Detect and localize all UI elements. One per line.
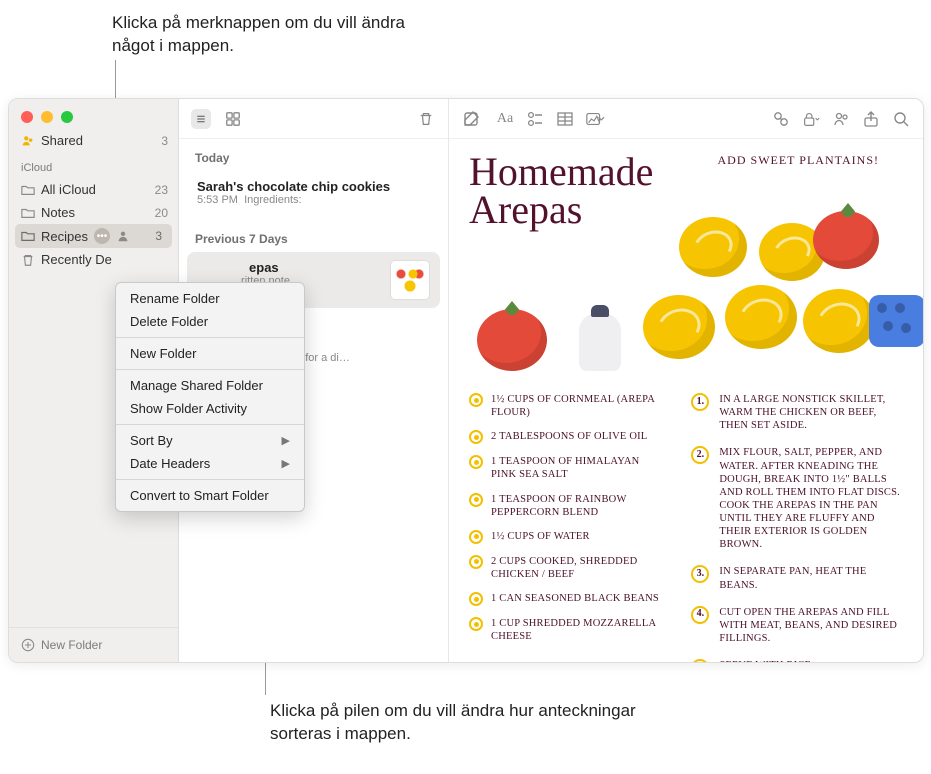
format-button[interactable]: Aa bbox=[495, 109, 515, 129]
table-button[interactable] bbox=[555, 109, 575, 129]
sidebar-item-notes[interactable]: Notes 20 bbox=[9, 201, 178, 224]
media-button[interactable] bbox=[585, 109, 605, 129]
gallery-view-button[interactable] bbox=[223, 109, 243, 129]
menu-manage-shared[interactable]: Manage Shared Folder bbox=[116, 374, 304, 397]
share-button[interactable] bbox=[861, 109, 881, 129]
collaborate-button[interactable] bbox=[831, 109, 851, 129]
menu-separator bbox=[116, 424, 304, 425]
plus-circle-icon bbox=[21, 638, 35, 652]
chevron-right-icon: ▶ bbox=[282, 434, 290, 447]
search-button[interactable] bbox=[891, 109, 911, 129]
list-toolbar bbox=[179, 99, 448, 139]
sidebar-item-all-icloud[interactable]: All iCloud 23 bbox=[9, 178, 178, 201]
sidebar-item-recipes[interactable]: Recipes ••• 3 bbox=[15, 224, 172, 248]
note-editor: Aa bbox=[449, 99, 923, 662]
sidebar-item-label: Recently De bbox=[41, 252, 112, 267]
zoom-window-button[interactable] bbox=[61, 111, 73, 123]
note-annotation: ADD SWEET PLANTAINS! bbox=[718, 153, 879, 168]
menu-separator bbox=[116, 337, 304, 338]
menu-separator bbox=[116, 369, 304, 370]
sidebar-item-shared[interactable]: Shared 3 bbox=[9, 129, 178, 152]
note-content[interactable]: ADD SWEET PLANTAINS! HomemadeArepas 1½ C… bbox=[449, 139, 923, 662]
folder-icon bbox=[21, 183, 35, 197]
note-title: Sarah's chocolate chip cookies bbox=[197, 179, 430, 194]
list-section-prev7: Previous 7 Days bbox=[187, 226, 440, 252]
new-folder-button[interactable]: New Folder bbox=[9, 627, 178, 662]
notes-window: Shared 3 iCloud All iCloud 23 Notes 20 R… bbox=[8, 98, 924, 663]
menu-convert-smart[interactable]: Convert to Smart Folder bbox=[116, 484, 304, 507]
sidebar-item-count: 3 bbox=[155, 229, 162, 243]
list-section-today: Today bbox=[187, 145, 440, 171]
sidebar-item-label: Notes bbox=[41, 205, 75, 220]
shared-folder-icon bbox=[116, 229, 130, 243]
sidebar-item-count: 20 bbox=[155, 206, 168, 220]
sidebar-section-icloud: iCloud bbox=[9, 152, 178, 178]
note-meta: 5:53 PM Ingredients: bbox=[197, 194, 430, 206]
folder-icon bbox=[21, 229, 35, 243]
note-item[interactable]: Sarah's chocolate chip cookies 5:53 PM I… bbox=[187, 171, 440, 214]
menu-show-activity[interactable]: Show Folder Activity bbox=[116, 397, 304, 420]
new-note-button[interactable] bbox=[461, 109, 481, 129]
sidebar-item-count: 23 bbox=[155, 183, 168, 197]
sidebar-item-label: Recipes bbox=[41, 229, 88, 244]
lock-button[interactable] bbox=[801, 109, 821, 129]
more-button[interactable]: ••• bbox=[94, 228, 110, 244]
editor-toolbar: Aa bbox=[449, 99, 923, 139]
link-note-button[interactable] bbox=[771, 109, 791, 129]
note-thumbnail bbox=[390, 260, 430, 300]
note-title: XXXXXXepas bbox=[197, 260, 382, 275]
steps-list: 1.IN A LARGE NONSTICK SKILLET, WARM THE … bbox=[691, 393, 903, 662]
ingredients-list: 1½ CUPS OF CORNMEAL (AREPA FLOUR) 2 TABL… bbox=[469, 393, 661, 662]
sidebar-item-recently-deleted[interactable]: Recently De bbox=[9, 248, 178, 271]
new-folder-label: New Folder bbox=[41, 638, 102, 652]
callout-bottom: Klicka på pilen om du vill ändra hur ant… bbox=[270, 700, 690, 746]
menu-rename-folder[interactable]: Rename Folder bbox=[116, 287, 304, 310]
sidebar-item-count: 3 bbox=[161, 134, 168, 148]
delete-note-button[interactable] bbox=[416, 109, 436, 129]
window-controls bbox=[9, 99, 178, 129]
checklist-button[interactable] bbox=[525, 109, 545, 129]
list-view-button[interactable] bbox=[191, 109, 211, 129]
close-window-button[interactable] bbox=[21, 111, 33, 123]
callout-top: Klicka på merknappen om du vill ändra nå… bbox=[112, 12, 422, 58]
menu-date-headers[interactable]: Date Headers▶ bbox=[116, 452, 304, 475]
sidebar-item-label: All iCloud bbox=[41, 182, 96, 197]
note-illustration bbox=[469, 235, 903, 375]
shared-icon bbox=[21, 134, 35, 148]
menu-delete-folder[interactable]: Delete Folder bbox=[116, 310, 304, 333]
chevron-right-icon: ▶ bbox=[282, 457, 290, 470]
menu-new-folder[interactable]: New Folder bbox=[116, 342, 304, 365]
menu-separator bbox=[116, 479, 304, 480]
menu-sort-by[interactable]: Sort By▶ bbox=[116, 429, 304, 452]
minimize-window-button[interactable] bbox=[41, 111, 53, 123]
sidebar-item-label: Shared bbox=[41, 133, 83, 148]
trash-icon bbox=[21, 253, 35, 267]
folder-context-menu: Rename Folder Delete Folder New Folder M… bbox=[115, 282, 305, 512]
folder-icon bbox=[21, 206, 35, 220]
